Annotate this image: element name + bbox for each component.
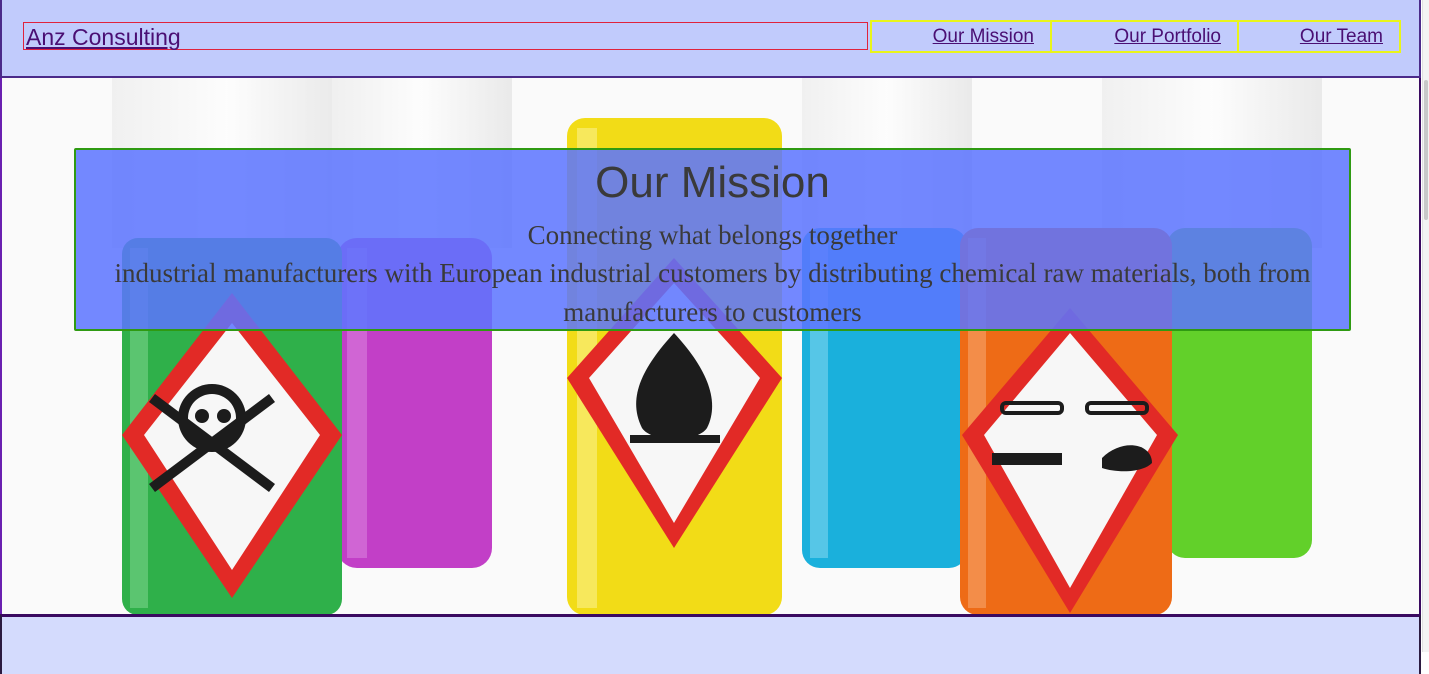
- nav-link-team[interactable]: Our Team: [1300, 26, 1383, 48]
- brand-link[interactable]: Anz Consulting: [26, 24, 181, 51]
- mission-tagline: Connecting what belongs together: [527, 220, 898, 250]
- scrollbar-thumb[interactable]: [1424, 80, 1428, 220]
- nav-link-mission[interactable]: Our Mission: [933, 26, 1034, 48]
- site-header: Anz Consulting Our Mission Our Portfolio…: [0, 0, 1421, 78]
- mission-description: industrial manufacturers with European i…: [114, 258, 1311, 327]
- hero-section: Our Mission Connecting what belongs toge…: [0, 78, 1421, 615]
- nav-item-portfolio: Our Portfolio: [1052, 20, 1239, 53]
- next-section: [0, 614, 1421, 674]
- nav-item-mission: Our Mission: [870, 20, 1052, 53]
- mission-title: Our Mission: [595, 158, 830, 207]
- brand: Anz Consulting: [23, 22, 868, 50]
- mission-panel: Our Mission Connecting what belongs toge…: [74, 148, 1351, 331]
- nav-item-team: Our Team: [1239, 20, 1401, 53]
- main-nav: Our Mission Our Portfolio Our Team: [870, 20, 1401, 53]
- nav-link-portfolio[interactable]: Our Portfolio: [1114, 26, 1221, 48]
